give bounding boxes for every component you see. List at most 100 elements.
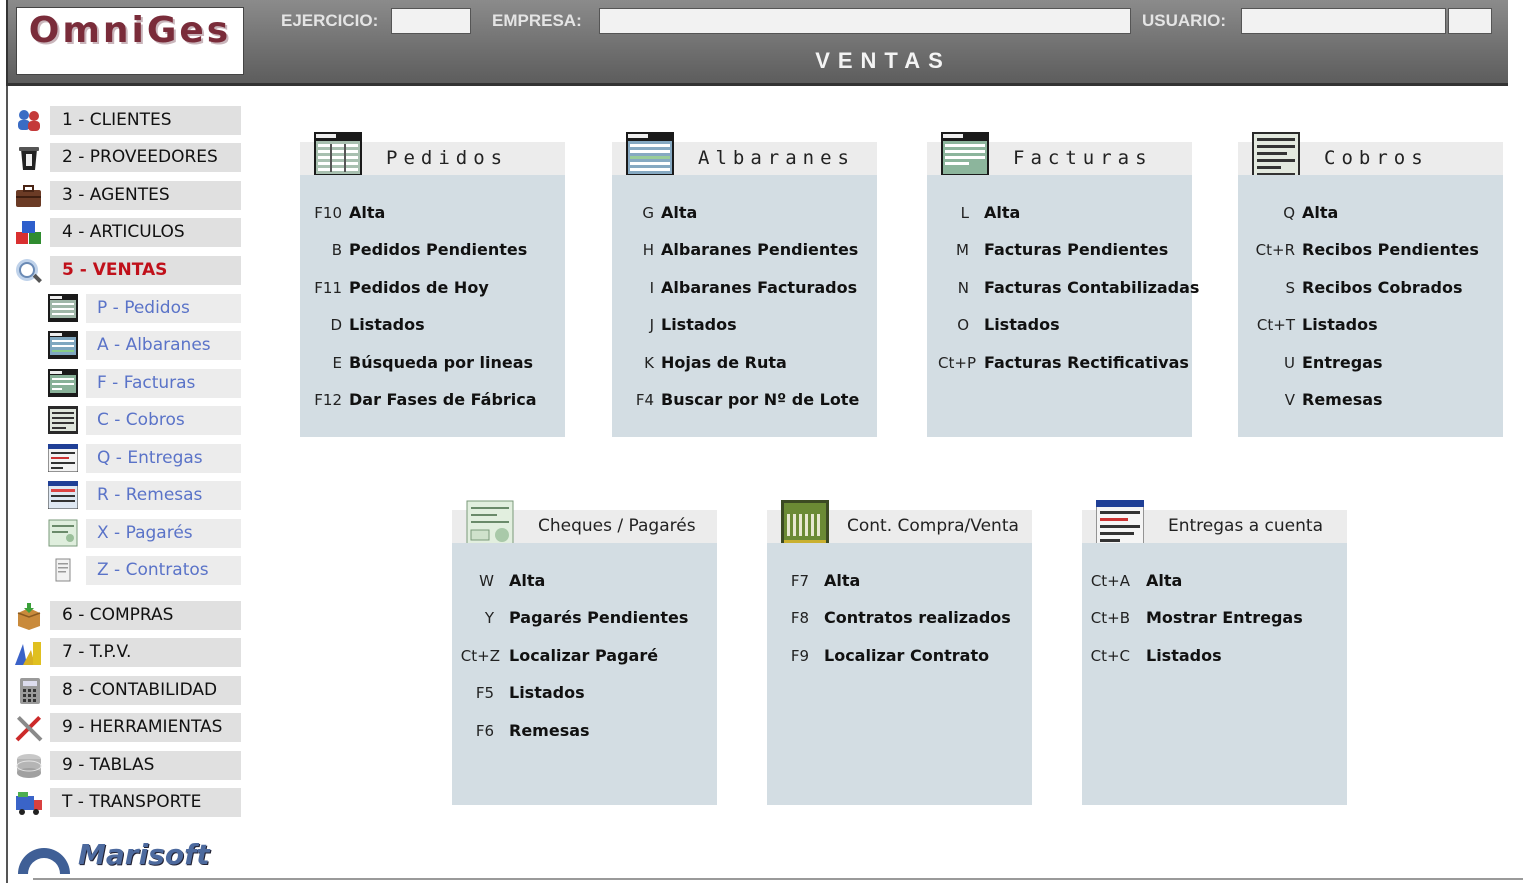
menu-row-facturas-contabilizadas[interactable]: N Facturas Contabilizadas xyxy=(927,273,1200,303)
shortcut-key: I xyxy=(649,279,654,297)
menu-label: Listados xyxy=(1146,646,1222,665)
nav-articulos[interactable]: 4 - ARTICULOS xyxy=(50,218,241,247)
usuario-extra-field[interactable] xyxy=(1448,8,1492,34)
section-title: VENTAS xyxy=(815,48,951,73)
menu-row-recibos-pendientes[interactable]: Ct+R Recibos Pendientes xyxy=(1238,235,1503,265)
ejercicio-field[interactable] xyxy=(391,8,471,34)
menu-row-contratos-realizados[interactable]: F8 Contratos realizados xyxy=(767,603,1032,633)
empresa-field[interactable] xyxy=(599,8,1131,34)
shortcut-key: Ct+T xyxy=(1256,316,1295,334)
invoices-icon xyxy=(48,369,78,397)
database-icon xyxy=(16,754,42,778)
menu-row-alta[interactable]: W Alta xyxy=(452,566,717,596)
shortcut-key: F7 xyxy=(790,572,809,590)
shortcut-key: F9 xyxy=(790,647,809,665)
menu-label: Facturas Contabilizadas xyxy=(984,278,1200,297)
menu-row-alta[interactable]: F10 Alta xyxy=(300,198,565,228)
menu-row-listados[interactable]: O Listados xyxy=(927,310,1192,340)
menu-row-alta[interactable]: Q Alta xyxy=(1238,198,1503,228)
nav-herramientas[interactable]: 9 - HERRAMIENTAS xyxy=(50,713,241,742)
orders-icon xyxy=(48,294,78,322)
shortcut-key: O xyxy=(957,316,969,334)
menu-row-listados[interactable]: Ct+C Listados xyxy=(1082,641,1347,671)
menu-row-busqueda-por-lineas[interactable]: E Búsqueda por lineas xyxy=(300,348,565,378)
collections-icon xyxy=(48,406,78,434)
cubes-icon xyxy=(16,221,41,244)
shortcut-key: S xyxy=(1285,279,1295,297)
menu-row-buscar-por-lote[interactable]: F4 Buscar por Nº de Lote xyxy=(612,385,877,415)
menu-row-pedidos-de-hoy[interactable]: F11 Pedidos de Hoy xyxy=(300,273,565,303)
shortcut-key: V xyxy=(1284,391,1295,409)
menu-row-facturas-pendientes[interactable]: M Facturas Pendientes xyxy=(927,235,1192,265)
panel-body: Q Alta Ct+R Recibos Pendientes S Recibos Co… xyxy=(1238,175,1503,437)
nav-agentes[interactable]: 3 - AGENTES xyxy=(50,181,241,210)
menu-label: Hojas de Ruta xyxy=(661,353,787,372)
nav-contabilidad[interactable]: 8 - CONTABILIDAD xyxy=(50,676,241,705)
nav-clientes[interactable]: 1 - CLIENTES xyxy=(50,106,241,135)
shortcut-key: F12 xyxy=(314,391,342,409)
contracts-icon xyxy=(55,558,71,582)
panel-body: L Alta M Facturas Pendientes N Facturas Con… xyxy=(927,175,1200,437)
menu-row-facturas-rectificativas[interactable]: Ct+P Facturas Rectificativas xyxy=(927,348,1192,378)
menu-row-alta[interactable]: F7 Alta xyxy=(767,566,1032,596)
menu-row-alta[interactable]: Ct+A Alta xyxy=(1082,566,1347,596)
menu-row-dar-fases[interactable]: F12 Dar Fases de Fábrica xyxy=(300,385,565,415)
nav-ventas[interactable]: 5 - VENTAS xyxy=(50,256,241,285)
orders-icon xyxy=(314,132,362,180)
shortcut-key: E xyxy=(332,354,342,372)
menu-row-listados[interactable]: D Listados xyxy=(300,310,565,340)
menu-row-remesas[interactable]: F6 Remesas xyxy=(452,716,717,746)
menu-row-remesas[interactable]: V Remesas xyxy=(1238,385,1503,415)
menu-row-listados[interactable]: J Listados xyxy=(612,310,877,340)
menu-label: Alta xyxy=(1302,203,1339,222)
nav-compras[interactable]: 6 - COMPRAS xyxy=(50,601,241,630)
usuario-field[interactable] xyxy=(1241,8,1446,34)
menu-label: Dar Fases de Fábrica xyxy=(349,390,537,409)
promissory-notes-icon xyxy=(48,519,78,547)
menu-label: Búsqueda por lineas xyxy=(349,353,534,372)
nav-proveedores[interactable]: 2 - PROVEEDORES xyxy=(50,143,241,172)
menu-row-localizar-pagare[interactable]: Ct+Z Localizar Pagaré xyxy=(452,641,717,671)
clients-icon xyxy=(18,110,40,131)
nav-sub-cobros[interactable]: C - Cobros xyxy=(86,406,241,435)
menu-label: Alta xyxy=(349,203,386,222)
deliveries-icon xyxy=(48,444,78,472)
panel-body: W Alta Y Pagarés Pendientes Ct+Z Localizar … xyxy=(452,543,717,805)
menu-label: Contratos realizados xyxy=(824,608,1011,627)
menu-row-recibos-cobrados[interactable]: S Recibos Cobrados xyxy=(1238,273,1503,303)
menu-label: Alta xyxy=(661,203,698,222)
shortcut-key: M xyxy=(956,241,969,259)
nav-tablas[interactable]: 9 - TABLAS xyxy=(50,751,241,780)
shortcut-key: B xyxy=(331,241,342,259)
menu-row-entregas[interactable]: U Entregas xyxy=(1238,348,1503,378)
menu-row-alta[interactable]: G Alta xyxy=(612,198,877,228)
panel-body: Ct+A Alta Ct+B Mostrar Entregas Ct+C Listad… xyxy=(1082,543,1347,805)
nav-tpv[interactable]: 7 - T.P.V. xyxy=(50,638,241,667)
nav-sub-facturas[interactable]: F - Facturas xyxy=(86,369,241,398)
empresa-label: EMPRESA: xyxy=(492,11,582,30)
shortcut-key: Ct+P xyxy=(938,354,976,372)
shortcut-key: D xyxy=(330,316,342,334)
menu-row-hojas-de-ruta[interactable]: K Hojas de Ruta xyxy=(612,348,877,378)
nav-sub-albaranes[interactable]: A - Albaranes xyxy=(86,331,241,360)
marisoft-text: Marisoft xyxy=(78,838,210,871)
menu-row-pagares-pendientes[interactable]: Y Pagarés Pendientes xyxy=(452,603,717,633)
nav-sub-entregas[interactable]: Q - Entregas xyxy=(86,444,241,473)
menu-row-albaranes-facturados[interactable]: I Albaranes Facturados xyxy=(612,273,877,303)
nav-sub-contratos[interactable]: Z - Contratos xyxy=(86,556,241,585)
nav-sub-pedidos[interactable]: P - Pedidos xyxy=(86,294,241,323)
nav-sub-remesas[interactable]: R - Remesas xyxy=(86,481,241,510)
menu-row-albaranes-pendientes[interactable]: H Albaranes Pendientes xyxy=(612,235,877,265)
nav-transporte[interactable]: T - TRANSPORTE xyxy=(50,788,241,817)
menu-row-mostrar-entregas[interactable]: Ct+B Mostrar Entregas xyxy=(1082,603,1347,633)
panel-title: Cont. Compra/Venta xyxy=(847,516,1019,536)
shortcut-key: K xyxy=(644,354,654,372)
panel-title: Cheques / Pagarés xyxy=(538,516,696,536)
menu-row-localizar-contrato[interactable]: F9 Localizar Contrato xyxy=(767,641,1032,671)
menu-row-listados[interactable]: Ct+T Listados xyxy=(1238,310,1503,340)
menu-row-pedidos-pendientes[interactable]: B Pedidos Pendientes xyxy=(300,235,565,265)
menu-row-listados[interactable]: F5 Listados xyxy=(452,678,717,708)
shortcut-key: F8 xyxy=(790,609,809,627)
nav-sub-pagares[interactable]: X - Pagarés xyxy=(86,519,241,548)
menu-row-alta[interactable]: L Alta xyxy=(927,198,1192,228)
